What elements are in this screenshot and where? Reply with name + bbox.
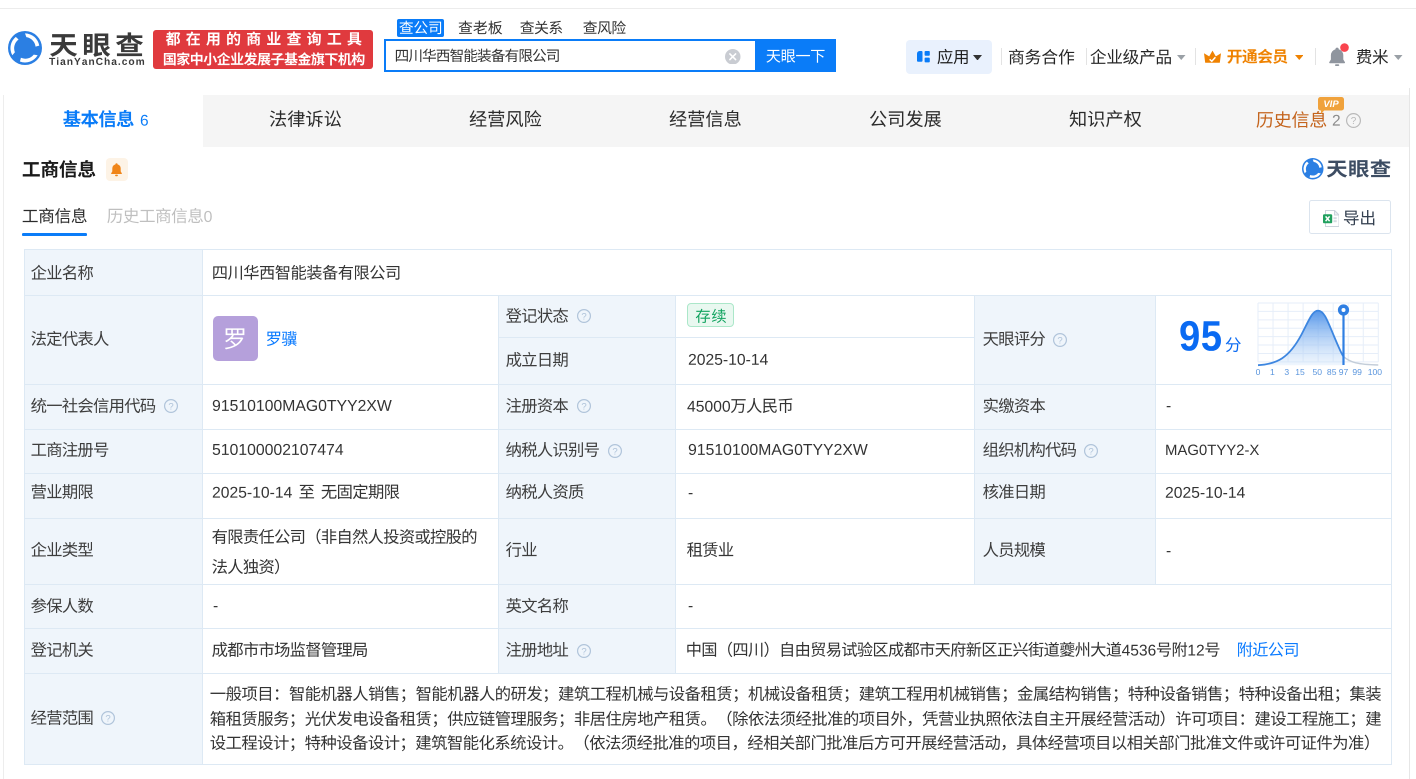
svg-text:97: 97 <box>1338 367 1348 377</box>
svg-text:85: 85 <box>1326 367 1336 377</box>
svg-text:50: 50 <box>1312 367 1322 377</box>
svg-text:0: 0 <box>1255 367 1260 377</box>
svg-text:?: ? <box>168 402 173 413</box>
svg-text:?: ? <box>581 312 586 323</box>
svg-text:3: 3 <box>1284 367 1289 377</box>
svg-text:?: ? <box>1088 446 1093 457</box>
svg-text:?: ? <box>581 402 586 413</box>
svg-text:?: ? <box>581 646 586 657</box>
svg-text:VIP: VIP <box>1323 99 1339 110</box>
svg-text:100: 100 <box>1367 367 1382 377</box>
svg-text:99: 99 <box>1352 367 1362 377</box>
svg-text:?: ? <box>1351 116 1357 127</box>
svg-text:?: ? <box>1057 335 1062 346</box>
svg-text:1: 1 <box>1270 367 1275 377</box>
svg-text:?: ? <box>612 446 617 457</box>
svg-text:15: 15 <box>1295 367 1305 377</box>
svg-text:?: ? <box>105 714 110 725</box>
